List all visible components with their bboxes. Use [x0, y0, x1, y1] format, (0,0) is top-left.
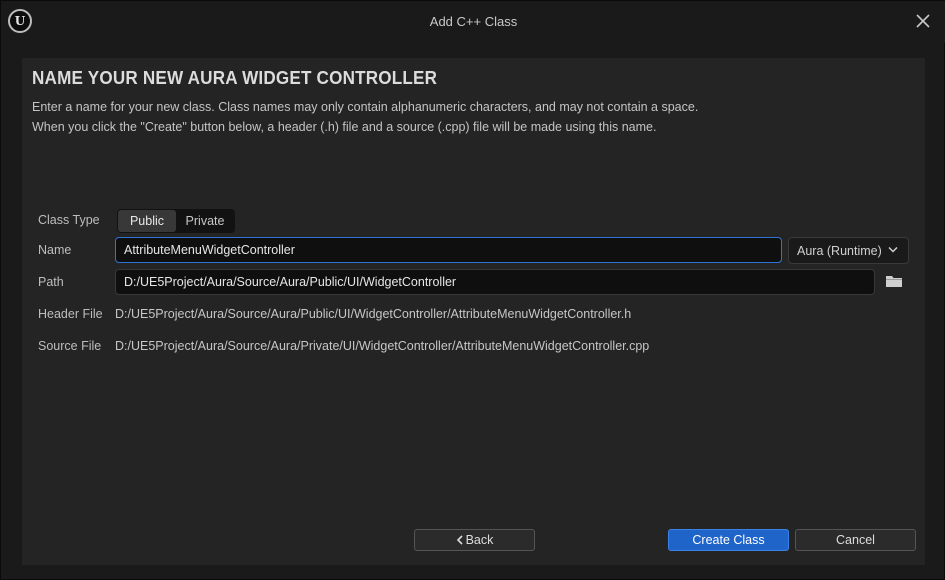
class-type-private-option[interactable]: Private	[176, 210, 234, 232]
cancel-button[interactable]: Cancel	[795, 529, 916, 551]
class-type-label: Class Type	[38, 213, 100, 227]
title-bar[interactable]: U Add C++ Class	[1, 1, 945, 43]
close-icon	[916, 14, 930, 28]
content-panel: NAME YOUR NEW AURA WIDGET CONTROLLER Ent…	[22, 58, 925, 565]
description-line-2: When you click the "Create" button below…	[32, 120, 657, 134]
chevron-left-icon	[456, 535, 463, 545]
back-button-label: Back	[465, 533, 494, 547]
source-file-value: D:/UE5Project/Aura/Source/Aura/Private/U…	[115, 339, 650, 353]
back-button[interactable]: Back	[414, 529, 535, 551]
browse-folder-button[interactable]	[884, 273, 904, 289]
window-title: Add C++ Class	[429, 14, 518, 29]
description-line-1: Enter a name for your new class. Class n…	[32, 100, 699, 114]
header-file-value: D:/UE5Project/Aura/Source/Aura/Public/UI…	[115, 307, 632, 321]
add-cpp-class-dialog: U Add C++ Class NAME YOUR NEW AURA WIDGE…	[0, 0, 945, 580]
page-title: NAME YOUR NEW AURA WIDGET CONTROLLER	[32, 68, 438, 88]
close-button[interactable]	[914, 12, 932, 30]
name-label: Name	[38, 243, 72, 257]
chevron-down-icon	[888, 246, 898, 253]
folder-icon	[886, 276, 902, 287]
create-class-button[interactable]: Create Class	[668, 529, 789, 551]
class-type-toggle: Public Private	[117, 209, 235, 233]
class-type-public-option[interactable]: Public	[118, 210, 176, 232]
module-dropdown-value: Aura (Runtime)	[797, 243, 882, 258]
path-input[interactable]: D:/UE5Project/Aura/Source/Aura/Public/UI…	[115, 269, 875, 295]
path-label: Path	[38, 275, 64, 289]
header-file-label: Header File	[38, 307, 103, 321]
class-name-input[interactable]: AttributeMenuWidgetController	[115, 237, 782, 263]
module-dropdown[interactable]: Aura (Runtime)	[788, 237, 909, 264]
source-file-label: Source File	[38, 339, 102, 353]
